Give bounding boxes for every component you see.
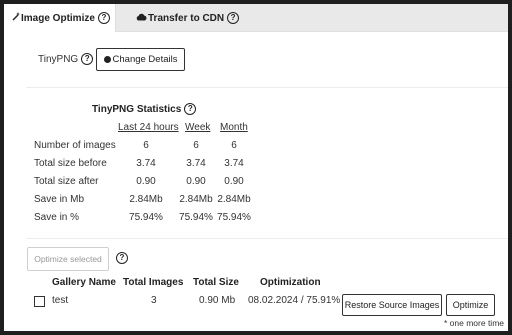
change-details-label: Change Details bbox=[112, 54, 178, 65]
help-icon[interactable]: ? bbox=[81, 53, 94, 65]
header-optimization: Optimization bbox=[260, 277, 321, 288]
col-month[interactable]: Month bbox=[220, 122, 248, 133]
stat-value: 2.84Mb bbox=[217, 194, 251, 205]
tab-transfer-cdn-label: Transfer to CDN bbox=[148, 12, 225, 24]
header-total-images: Total Images bbox=[123, 277, 184, 288]
stat-label-save-in-mb: Save in Mb bbox=[34, 194, 85, 205]
stat-value: 3.74 bbox=[186, 158, 206, 169]
help-icon[interactable]: ? bbox=[97, 12, 110, 24]
stat-value: 2.84Mb bbox=[179, 194, 213, 205]
optimize-button[interactable]: Optimize bbox=[446, 294, 495, 316]
section-divider bbox=[26, 87, 508, 88]
gallery-optimization: 08.02.2024 / 75.91% bbox=[248, 295, 341, 306]
stat-value: 75.94% bbox=[217, 212, 251, 223]
tab-image-optimize-label: Image Optimize bbox=[21, 12, 95, 24]
help-icon[interactable]: ? bbox=[227, 12, 240, 24]
stats-title-text: TinyPNG Statistics bbox=[92, 103, 182, 115]
one-more-time-note: * one more time bbox=[444, 318, 504, 328]
col-last-24-hours[interactable]: Last 24 hours bbox=[118, 122, 179, 133]
cloud-icon bbox=[136, 13, 147, 24]
header-total-size: Total Size bbox=[193, 277, 239, 288]
stat-value: 0.90 bbox=[224, 176, 244, 187]
tab-bar: Image Optimize ? Transfer to CDN ? bbox=[4, 4, 508, 32]
stat-value: 6 bbox=[231, 140, 237, 151]
tinypng-label: TinyPNG bbox=[38, 53, 79, 65]
row-checkbox[interactable] bbox=[34, 296, 45, 307]
tab-transfer-cdn[interactable]: Transfer to CDN ? bbox=[136, 4, 246, 32]
stat-value: 2.84Mb bbox=[129, 194, 163, 205]
stat-label-number-of-images: Number of images bbox=[34, 140, 116, 151]
gallery-total-images: 3 bbox=[151, 295, 157, 306]
section-divider bbox=[26, 238, 508, 239]
tinypng-row: TinyPNG ? bbox=[38, 48, 94, 70]
stat-label-save-in-percent: Save in % bbox=[34, 212, 80, 223]
change-details-button[interactable]: Change Details bbox=[96, 48, 185, 71]
stat-value: 0.90 bbox=[136, 176, 156, 187]
stat-label-total-size-after: Total size after bbox=[34, 176, 99, 187]
col-week[interactable]: Week bbox=[185, 122, 210, 133]
stat-value: 6 bbox=[143, 140, 149, 151]
stat-value: 3.74 bbox=[136, 158, 156, 169]
restore-source-images-button[interactable]: Restore Source Images bbox=[342, 294, 442, 316]
info-icon bbox=[103, 56, 111, 63]
gallery-name: test bbox=[52, 295, 69, 306]
help-icon[interactable]: ? bbox=[184, 103, 197, 115]
stat-label-total-size-before: Total size before bbox=[34, 158, 107, 169]
stat-value: 3.74 bbox=[224, 158, 244, 169]
window-frame: Image Optimize ? Transfer to CDN ? TinyP… bbox=[0, 0, 512, 335]
stat-value: 6 bbox=[193, 140, 199, 151]
stats-title: TinyPNG Statistics ? bbox=[92, 102, 197, 116]
stat-value: 75.94% bbox=[179, 212, 213, 223]
stat-value: 75.94% bbox=[129, 212, 163, 223]
tab-image-optimize[interactable]: Image Optimize ? bbox=[4, 4, 116, 32]
wand-icon bbox=[12, 12, 20, 24]
help-icon[interactable]: ? bbox=[116, 252, 128, 264]
optimize-selected-button[interactable]: Optimize selected bbox=[27, 247, 109, 271]
gallery-total-size: 0.90 Mb bbox=[199, 295, 236, 306]
stat-value: 0.90 bbox=[186, 176, 206, 187]
header-gallery-name: Gallery Name bbox=[52, 277, 116, 288]
